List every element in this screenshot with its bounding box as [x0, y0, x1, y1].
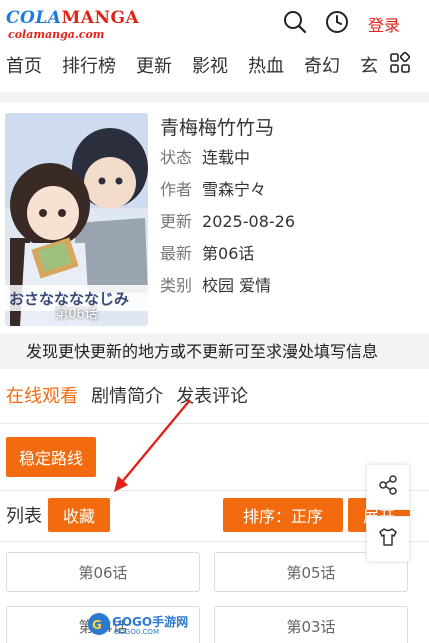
history-icon[interactable] [324, 9, 350, 35]
share-button[interactable] [366, 464, 410, 510]
login-link[interactable]: 登录 [368, 12, 400, 36]
detail-tabs: 在线观看 剧情简介 发表评论 [6, 382, 256, 412]
info-label: 作者 [160, 180, 193, 199]
chapter-item[interactable]: 第06话 [6, 552, 200, 592]
share-icon [377, 474, 399, 500]
tab-synopsis[interactable]: 剧情简介 [91, 382, 163, 408]
search-icon[interactable] [282, 9, 308, 35]
info-label: 更新 [160, 212, 193, 231]
nav-item-xuan[interactable]: 玄 [360, 52, 378, 78]
info-value: 连载中 [202, 148, 251, 167]
nav-item-movies[interactable]: 影视 [192, 52, 228, 78]
info-latest: 最新 第06话 [160, 240, 254, 264]
shirt-icon [377, 526, 399, 552]
manga-title: 青梅梅竹竹马 [160, 117, 275, 139]
info-value: 2025-08-26 [202, 212, 295, 231]
notice-bar: 发现更快更新的地方或不更新可至求漫处填写信息 [0, 333, 429, 369]
watermark-logo-icon: G [88, 613, 110, 635]
divider [0, 541, 429, 542]
category-nav: 首页 排行榜 更新 影视 热血 奇幻 玄 [0, 48, 429, 82]
menu-grid-icon[interactable] [389, 51, 411, 74]
tab-comments[interactable]: 发表评论 [176, 382, 248, 408]
nav-item-updates[interactable]: 更新 [136, 52, 172, 78]
watermark: G GOGO手游网 GOGO0.COM [86, 610, 188, 638]
logo-text-manga: MANGA [61, 8, 140, 28]
list-label: 列表 [6, 506, 42, 527]
manga-cover[interactable]: おさななななじみ 第06话 [5, 113, 148, 326]
info-status: 状态 连载中 [160, 144, 250, 168]
section-divider [0, 92, 429, 102]
chapter-item[interactable]: 第03话 [214, 606, 408, 643]
info-label: 最新 [160, 244, 193, 263]
info-category: 类别 校园 爱情 [160, 272, 271, 296]
favorite-button[interactable]: 收藏 [48, 498, 110, 532]
nav-item-ranking[interactable]: 排行榜 [62, 52, 116, 78]
notice-text: 发现更快更新的地方或不更新可至求漫处填写信息 [26, 342, 379, 361]
divider [0, 423, 429, 424]
divider [0, 490, 429, 491]
header: COLAMANGA colamanga.com 登录 [0, 0, 429, 44]
info-value[interactable]: 第06话 [202, 244, 254, 263]
info-value[interactable]: 雪森宁々 [202, 180, 266, 199]
logo-subtext: colamanga.com [8, 28, 105, 41]
sort-button[interactable]: 排序：正序 [223, 498, 343, 532]
tab-watch-online[interactable]: 在线观看 [6, 382, 78, 408]
stable-route-button[interactable]: 稳定路线 [6, 437, 96, 477]
logo-text-cola: COLA [6, 8, 62, 28]
info-value[interactable]: 校园 爱情 [202, 276, 271, 295]
site-logo[interactable]: COLAMANGA colamanga.com [6, 8, 139, 41]
cover-latest-chapter: 第06话 [55, 307, 98, 322]
info-updated: 更新 2025-08-26 [160, 208, 295, 232]
info-author: 作者 雪森宁々 [160, 176, 266, 200]
nav-item-fantasy[interactable]: 奇幻 [304, 52, 340, 78]
watermark-subtext: GOGO0.COM [114, 628, 159, 636]
nav-item-hot-blood[interactable]: 热血 [248, 52, 284, 78]
info-label: 状态 [160, 148, 193, 167]
info-label: 类别 [160, 276, 193, 295]
svg-text:G: G [92, 618, 102, 632]
theme-button[interactable] [366, 516, 410, 562]
nav-item-home[interactable]: 首页 [6, 52, 42, 78]
